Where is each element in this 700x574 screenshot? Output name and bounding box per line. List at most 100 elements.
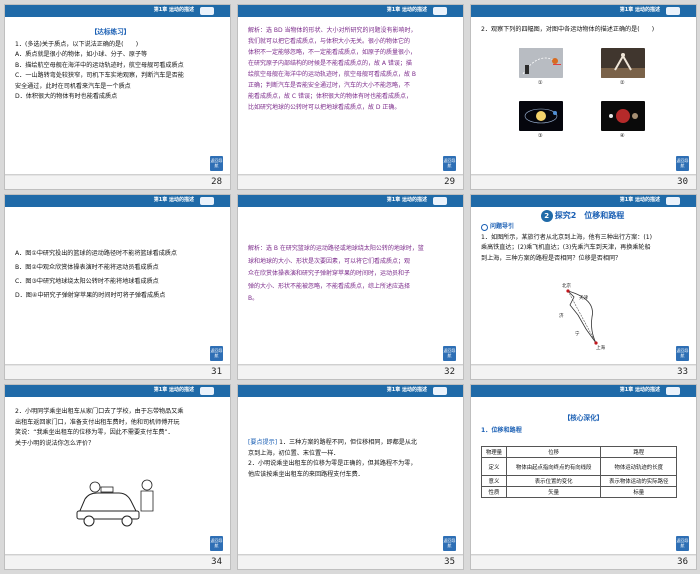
slide-header-bar: 第1章 运动的描述 — [471, 195, 696, 207]
page-number: 36 — [677, 557, 688, 567]
page-number: 34 — [211, 557, 222, 567]
tip-label: [要点提示] — [248, 439, 278, 446]
option-a: A．质点就是很小的物体，如小球、分子、原子等 — [15, 51, 148, 58]
comparison-table: 物理量 位移 路程 定义 物体由起点指向终点的有向线段 物体运动轨迹的长度 意义… — [481, 446, 677, 498]
photo-label-4: ④ — [620, 133, 625, 139]
nav-back-button[interactable]: 返回导航 — [210, 346, 223, 361]
explanation-text: 解析：选 BD 当物体的形状、大小对所研究的问题没有影响时， 我们就可以把它看成… — [248, 27, 417, 111]
header-arrow-icon — [666, 197, 680, 205]
header-arrow-icon — [666, 7, 680, 15]
basketball-photo — [519, 48, 563, 78]
option-c: C．图③中研究地球绕太阳公转时不能将地球看成质点 — [15, 278, 159, 285]
header-arrow-icon — [433, 197, 447, 205]
slide-footer — [5, 365, 230, 379]
photo-label-3: ③ — [538, 133, 543, 139]
slide-header-bar: 第1章 运动的描述 — [5, 385, 230, 397]
slide-29[interactable]: 第1章 运动的描述 解析：选 BD 当物体的形状、大小对所研究的问题没有影响时，… — [237, 4, 464, 190]
page-number: 31 — [211, 367, 222, 377]
slide-header-bar: 第1章 运动的描述 — [238, 5, 463, 17]
section-title: 探究2 位移和路程 — [554, 210, 625, 220]
slide-content: 【核心深化】 1．位移和路程 — [481, 413, 686, 436]
slide-content: 2 探究2 位移和路程 问题导引 1．如图所示，某旅行者从北京到上海，他有三种出… — [481, 210, 684, 264]
question-line-2: 出租车返回家门口，准备支付出租车费时，他和司机师傅开玩 — [15, 418, 180, 426]
option-d: D．图④中研究子弹射穿苹果的时间时可将子弹看成质点 — [15, 292, 166, 299]
map-label-tianjin: 天津 — [579, 296, 588, 301]
table-header-row: 物理量 位移 路程 — [481, 446, 677, 458]
bullet-apple-photo — [601, 101, 645, 131]
question-line: 1．(多选)关于质点，以下说法正确的是( ) — [15, 40, 139, 48]
question-line-4: 关于小明的说法你怎么评价？ — [15, 439, 95, 447]
question-line-3: 笑说：“我乘坐出租车的位移为零，因此不需要支付车费”． — [15, 429, 174, 436]
slide-footer — [471, 555, 696, 569]
basketball-image — [519, 48, 563, 78]
slide-content: 2．小明同学乘坐出租车从家门口去了学校，由于忘带物品又乘 出租车返回家门口，准备… — [15, 407, 206, 449]
nav-back-button[interactable]: 返回导航 — [676, 346, 689, 361]
slide-32[interactable]: 第1章 运动的描述 解析：选 B 在研究篮球的运动路径或地球绕太阳公转的地球时，… — [237, 194, 464, 380]
slide-header-bar: 第1章 运动的描述 — [238, 195, 463, 207]
page-number: 35 — [444, 557, 455, 567]
question-line-3: 到上海，三种方案的路程是否相同？位移是否相同？ — [481, 254, 622, 262]
header-arrow-icon — [200, 7, 214, 15]
page-number: 33 — [677, 367, 688, 377]
header-arrow-icon — [433, 387, 447, 395]
earth-orbit-photo — [519, 101, 563, 131]
nav-back-button[interactable]: 返回导航 — [443, 536, 456, 551]
map-label-ji: 济 — [559, 314, 564, 319]
option-b: B．描绘航空母舰在海洋中的运动轨迹时，航空母舰可看成质点 — [15, 61, 184, 69]
page-number: 28 — [211, 177, 222, 187]
slide-header-bar: 第1章 运动的描述 — [5, 5, 230, 17]
nav-back-button[interactable]: 返回导航 — [676, 536, 689, 551]
nav-back-button[interactable]: 返回导航 — [443, 156, 456, 171]
slide-footer — [5, 555, 230, 569]
question-line-2: 乘高铁直达；(2)乘飞机直达；(3)先乘汽车到天津，再换乘轮船 — [481, 244, 651, 251]
header-arrow-icon — [200, 387, 214, 395]
slide-footer — [5, 175, 230, 189]
slide-content: A．图①中研究投出的篮球的运动路径时不能将篮球看成质点 B．图②中观众欣赏体操表… — [15, 247, 206, 303]
slide-36[interactable]: 第1章 运动的描述 【核心深化】 1．位移和路程 物理量 位移 路程 定义 物体… — [470, 384, 697, 570]
answer-line-3: 2．小明说乘坐出租车的位移为零是正确的，但其路程不为零， — [248, 460, 417, 467]
page-number: 29 — [444, 177, 455, 187]
slide-footer — [238, 365, 463, 379]
page-number: 32 — [444, 367, 455, 377]
question-line-1: 2．小明同学乘坐出租车从家门口去了学校，由于忘带物品又乘 — [15, 408, 184, 415]
slide-28[interactable]: 第1章 运动的描述 【达标练习】 1．(多选)关于质点，以下说法正确的是( ) … — [4, 4, 231, 190]
header-arrow-icon — [433, 7, 447, 15]
option-b: B．图②中观众欣赏体操表演时不能将运动员看成质点 — [15, 264, 159, 271]
exercise-title: 【达标练习】 — [90, 28, 131, 36]
nav-back-button[interactable]: 返回导航 — [676, 156, 689, 171]
gymnast-image — [601, 48, 645, 78]
question-line-1: 1．如图所示，某旅行者从北京到上海，他有三种出行方案：(1) — [481, 233, 652, 241]
header-arrow-icon — [200, 197, 214, 205]
map-label-ning: 宁 — [575, 332, 580, 337]
slide-34[interactable]: 第1章 运动的描述 2．小明同学乘坐出租车从家门口去了学校，由于忘带物品又乘 出… — [4, 384, 231, 570]
slide-content: [要点提示] 1．三种方案的路程不同，但位移相同，即都是从北 京到上海，初位置、… — [248, 438, 449, 480]
slide-header-bar: 第1章 运动的描述 — [238, 385, 463, 397]
bullet-apple-image — [601, 101, 645, 131]
option-c: C．一山路转弯处较狭窄，司机下车实地观察，判断汽车是否能 — [15, 72, 184, 79]
core-title: 【核心深化】 — [563, 414, 604, 422]
nav-back-button[interactable]: 返回导航 — [210, 536, 223, 551]
slide-header-bar: 第1章 运动的描述 — [471, 5, 696, 17]
slide-content: 2．观察下列的四幅图，对图中各运动物体的描述正确的是( ) — [481, 25, 672, 36]
slide-footer — [471, 175, 696, 189]
slide-content: 【达标练习】 1．(多选)关于质点，以下说法正确的是( ) A．质点就是很小的物… — [15, 27, 206, 103]
taxi-illustration — [76, 479, 154, 527]
slide-footer — [238, 555, 463, 569]
question-line: 2．观察下列的四幅图，对图中各运动物体的描述正确的是( ) — [481, 26, 655, 33]
sub-title: 1．位移和路程 — [481, 426, 522, 434]
nav-back-button[interactable]: 返回导航 — [210, 156, 223, 171]
slide-header-bar: 第1章 运动的描述 — [471, 385, 696, 397]
page-number: 30 — [677, 177, 688, 187]
slide-30[interactable]: 第1章 运动的描述 2．观察下列的四幅图，对图中各运动物体的描述正确的是( ) … — [470, 4, 697, 190]
sub-heading: 问题导引 — [481, 222, 684, 233]
slide-31[interactable]: 第1章 运动的描述 A．图①中研究投出的篮球的运动路径时不能将篮球看成质点 B．… — [4, 194, 231, 380]
header-arrow-icon — [666, 387, 680, 395]
option-c-cont: 安全通过，此时在司机看来汽车是一个质点 — [15, 82, 131, 90]
nav-back-button[interactable]: 返回导航 — [443, 346, 456, 361]
answer-line-2: 京到上海，初位置、末位置一样． — [248, 449, 340, 457]
answer-line-4: 他应该按乘坐出租车的来回路程支付车费． — [248, 470, 364, 478]
answer-line-1: [要点提示] 1．三种方案的路程不同，但位移相同，即都是从北 — [248, 439, 418, 446]
slide-35[interactable]: 第1章 运动的描述 [要点提示] 1．三种方案的路程不同，但位移相同，即都是从北… — [237, 384, 464, 570]
slide-33[interactable]: 第1章 运动的描述 2 探究2 位移和路程 问题导引 1．如图所示，某旅行者从北… — [470, 194, 697, 380]
map-label-shanghai: 上海 — [596, 346, 605, 351]
